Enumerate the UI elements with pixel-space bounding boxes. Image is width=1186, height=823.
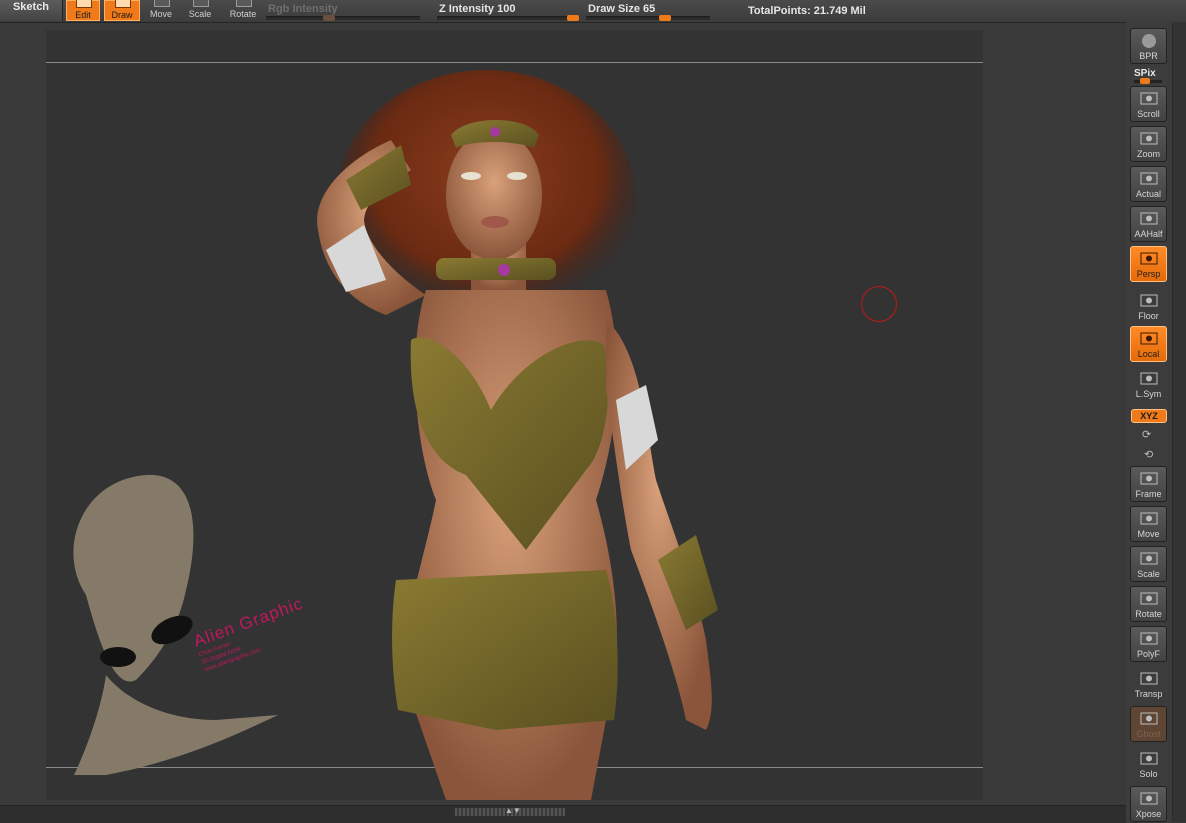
shelf-button-actual[interactable]: Actual xyxy=(1130,166,1167,202)
shelf-button-rotate[interactable]: Rotate xyxy=(1130,586,1167,622)
shelf-button-polyf[interactable]: PolyF xyxy=(1130,626,1167,662)
shelf-button-label: Frame xyxy=(1135,489,1162,499)
shelf-button-label: Persp xyxy=(1136,269,1161,279)
bpr-button[interactable]: BPR xyxy=(1130,28,1167,64)
model-torso xyxy=(392,290,618,800)
shelf-button-label: Rotate xyxy=(1135,609,1162,619)
sculpt-model-viewport[interactable] xyxy=(46,30,983,800)
z-intensity-text: Z Intensity xyxy=(439,3,495,15)
shelf-button-aahalf[interactable]: AAHalf xyxy=(1130,206,1167,242)
magnifier-aahalf-icon xyxy=(1139,211,1159,226)
shelf-button-label: Solo xyxy=(1139,769,1158,779)
draw-label: Draw xyxy=(111,10,133,20)
frame-icon xyxy=(1139,471,1159,486)
draw-icon xyxy=(115,0,131,8)
rgb-intensity-slider[interactable] xyxy=(266,15,420,21)
transparency-icon xyxy=(1139,671,1159,686)
shelf-button-label: Transp xyxy=(1134,689,1163,699)
xpose-icon xyxy=(1139,791,1159,806)
rgb-intensity-knob[interactable] xyxy=(322,15,335,21)
shelf-button-label: Scale xyxy=(1137,569,1160,579)
draw-size-slider[interactable] xyxy=(586,15,710,21)
shelf-button-label: PolyF xyxy=(1136,649,1160,659)
z-intensity-knob[interactable] xyxy=(567,15,579,21)
move-label: Move xyxy=(149,9,172,19)
scale-icon xyxy=(193,0,209,7)
rotate-button[interactable]: Rotate xyxy=(224,0,262,21)
shelf-button-local[interactable]: Local xyxy=(1130,326,1167,362)
floor-icon xyxy=(1139,293,1159,308)
move-button[interactable]: Move xyxy=(144,0,178,21)
right-edge-scroll-panel[interactable] xyxy=(1172,22,1186,822)
sketch-button[interactable]: Sketch xyxy=(0,0,63,21)
bpr-label: BPR xyxy=(1139,51,1158,61)
shelf-button-floor[interactable]: Floor xyxy=(1130,288,1167,324)
draw-button[interactable]: Draw xyxy=(104,0,140,21)
total-points-readout: TotalPoints: 21.749 Mil xyxy=(748,5,866,17)
edit-button[interactable]: Edit xyxy=(66,0,100,21)
brush-cursor xyxy=(861,286,897,322)
magnifier-scale-icon xyxy=(1139,551,1159,566)
perspective-grid-icon xyxy=(1139,251,1159,266)
model-right-arm xyxy=(606,320,718,730)
edit-label: Edit xyxy=(75,10,91,20)
shelf-button-label: Scroll xyxy=(1137,109,1160,119)
z-intensity-slider[interactable] xyxy=(437,15,579,21)
xyz-symmetry-button[interactable]: XYZ xyxy=(1131,409,1167,423)
scale-button[interactable]: Scale xyxy=(183,0,217,21)
shelf-button-scale[interactable]: Scale xyxy=(1130,546,1167,582)
shelf-button-label: Xpose xyxy=(1135,809,1162,819)
rotate-y-axis-icon[interactable]: ⟳ xyxy=(1142,428,1151,441)
shelf-button-xpose[interactable]: Xpose xyxy=(1130,786,1167,822)
hand-move-icon xyxy=(1139,511,1159,526)
shelf-button-label: Zoom xyxy=(1136,149,1160,159)
scale-label: Scale xyxy=(188,9,212,19)
rotate-label: Rotate xyxy=(229,9,257,19)
shelf-button-label: Local xyxy=(1137,349,1160,359)
rotate-icon xyxy=(236,0,252,7)
shelf-button-move[interactable]: Move xyxy=(1130,506,1167,542)
shelf-button-label: Floor xyxy=(1138,311,1159,321)
z-intensity-label: Z Intensity 100 xyxy=(439,3,515,15)
expand-tray-icon[interactable]: ▲▼ xyxy=(505,806,521,815)
hand-scroll-icon xyxy=(1139,91,1159,106)
shelf-button-l-sym[interactable]: L.Sym xyxy=(1130,366,1167,402)
move-icon xyxy=(154,0,170,7)
draw-size-label: Draw Size 65 xyxy=(588,3,655,15)
draw-size-text: Draw Size xyxy=(588,3,640,15)
shelf-button-label: AAHalf xyxy=(1134,229,1163,239)
render-sphere-icon xyxy=(1139,33,1159,48)
shelf-button-label: L.Sym xyxy=(1135,389,1162,399)
shelf-button-solo[interactable]: Solo xyxy=(1130,746,1167,782)
shelf-button-frame[interactable]: Frame xyxy=(1130,466,1167,502)
rotate-z-axis-icon[interactable]: ⟲ xyxy=(1144,448,1153,461)
shelf-button-zoom[interactable]: Zoom xyxy=(1130,126,1167,162)
draw-size-knob[interactable] xyxy=(658,15,671,21)
magnifier-zoom-icon xyxy=(1139,131,1159,146)
shelf-button-label: Actual xyxy=(1135,189,1161,199)
bottom-tray-bar: ▲▼ xyxy=(0,805,1126,823)
solo-icon xyxy=(1139,751,1159,766)
spix-knob[interactable] xyxy=(1140,78,1150,84)
shelf-button-ghost[interactable]: Ghost xyxy=(1130,706,1167,742)
shelf-button-persp[interactable]: Persp xyxy=(1130,246,1167,282)
document-canvas[interactable]: Alien Graphic Chris Ferrari 3D Digital A… xyxy=(46,30,983,800)
polyframe-grid-icon xyxy=(1139,631,1159,646)
right-shelf: BPR SPix Scroll Zoom Actual AAHalf Persp Floo… xyxy=(1126,22,1172,822)
shelf-button-scroll[interactable]: Scroll xyxy=(1130,86,1167,122)
draw-size-value: 65 xyxy=(643,3,656,15)
shelf-button-label: Move xyxy=(1137,529,1160,539)
edit-icon xyxy=(76,0,92,8)
local-symmetry-icon xyxy=(1139,371,1159,386)
rgb-intensity-label: Rgb Intensity xyxy=(268,3,338,15)
shelf-button-transp[interactable]: Transp xyxy=(1130,666,1167,702)
spix-slider[interactable] xyxy=(1134,78,1162,84)
magnifier-actual-icon xyxy=(1139,171,1159,186)
ghost-icon xyxy=(1139,711,1159,726)
z-intensity-value: 100 xyxy=(497,3,516,15)
local-pivot-icon xyxy=(1139,331,1159,346)
top-toolbar: Sketch Edit Draw Move Scale Rotate Rgb I… xyxy=(0,0,1186,23)
shelf-button-label: Ghost xyxy=(1136,729,1161,739)
rotate-icon xyxy=(1139,591,1159,606)
